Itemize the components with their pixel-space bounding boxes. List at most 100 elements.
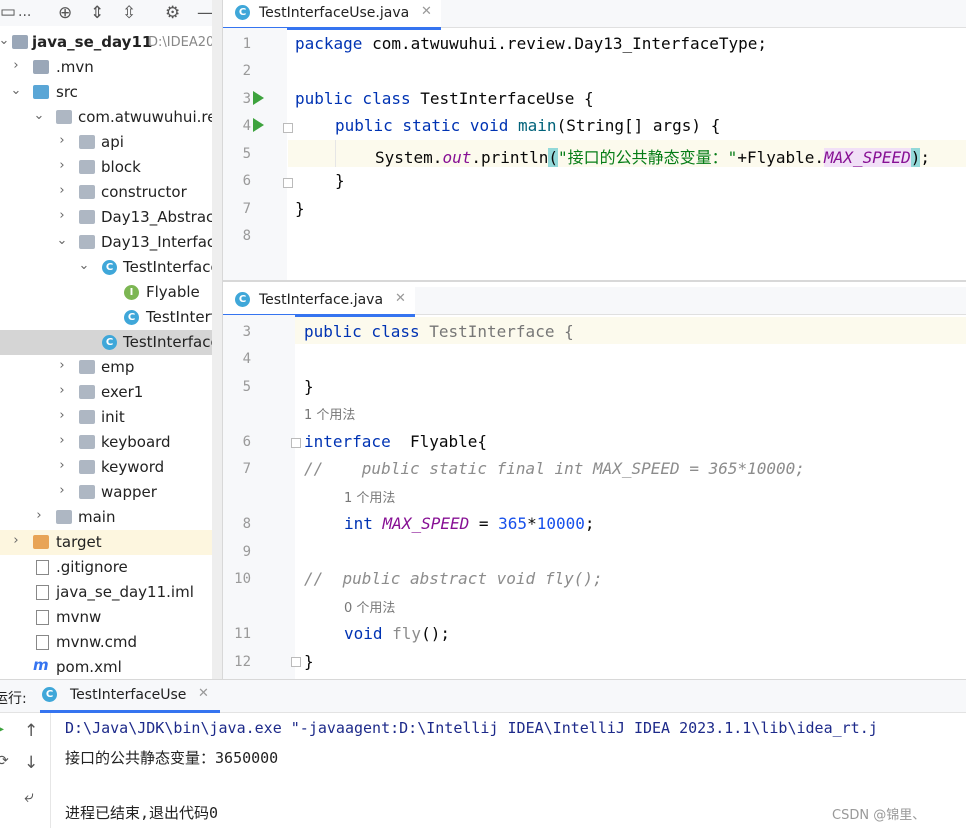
line-number: 2 [242, 63, 251, 79]
code-line-7: // public static final int MAX_SPEED = 3… [304, 459, 805, 478]
tree-item-keyword[interactable]: › keyword [0, 455, 222, 480]
tree-item-src[interactable]: ⌄ src [0, 80, 222, 105]
tree-item-block[interactable]: › block [0, 155, 222, 180]
tree-item-abstract[interactable]: › Day13_AbstractT [0, 205, 222, 230]
code-line-5: } [304, 377, 314, 396]
tree-item-api[interactable]: › api [0, 130, 222, 155]
watermark: CSDN @锦里、 [832, 808, 926, 823]
tree-root[interactable]: ⌄ java_se_day11 D:\IDEA202 [0, 30, 222, 55]
chevron-right-icon[interactable]: › [56, 383, 68, 398]
code-line-11: void fly(); [344, 624, 450, 643]
tree-item-mvnw[interactable]: mvnw [0, 605, 222, 630]
tree-item-testinterface-file[interactable]: ⌄ C TestInterface. [0, 255, 222, 280]
project-toolbar: ▭ ... ⊕ ⇕ ⇳ ⚙ — [0, 0, 222, 26]
class-icon: C [124, 310, 139, 325]
expand-all-icon[interactable]: ⇕ [90, 3, 104, 23]
tab-run-config[interactable]: C TestInterfaceUse ✕ [40, 680, 220, 713]
tree-item-pom[interactable]: m pom.xml [0, 655, 222, 679]
tree-label: .gitignore [56, 558, 128, 576]
tab-testinterface[interactable]: C TestInterface.java ✕ [223, 287, 415, 317]
chevron-down-icon[interactable]: ⌄ [33, 108, 45, 123]
package-icon [79, 210, 95, 224]
tree-item-interfacetype[interactable]: ⌄ Day13_InterfaceT [0, 230, 222, 255]
tree-label: init [101, 408, 125, 426]
tree-label: wapper [101, 483, 157, 501]
class-icon: C [235, 292, 250, 307]
line-number: 7 [242, 461, 251, 477]
editor-testinterfaceuse[interactable]: C TestInterfaceUse.java ✕ 1 2 3 4 5 6 7 … [223, 0, 966, 282]
fold-icon[interactable] [283, 123, 293, 133]
run-class-icon[interactable] [253, 91, 264, 105]
tree-item-iml[interactable]: java_se_day11.iml [0, 580, 222, 605]
stop-icon[interactable]: ⟳ [0, 753, 9, 769]
script-file-icon [36, 610, 49, 625]
tree-item-exer1[interactable]: › exer1 [0, 380, 222, 405]
rerun-icon[interactable]: ▸ [0, 721, 4, 737]
tree-item-target[interactable]: › target [0, 530, 222, 555]
tree-item-testinterfaceuse-selected[interactable]: C TestInterfaceU [0, 330, 222, 355]
tree-item-flyable[interactable]: I Flyable [0, 280, 222, 305]
editor-testinterface[interactable]: C TestInterface.java ✕ 3 4 5 6 7 8 9 10 … [223, 287, 966, 679]
tree-item-constructor[interactable]: › constructor [0, 180, 222, 205]
chevron-right-icon[interactable]: › [56, 183, 68, 198]
tab-testinterfaceuse[interactable]: C TestInterfaceUse.java ✕ [223, 0, 441, 30]
chevron-right-icon[interactable]: › [33, 508, 45, 523]
gear-icon[interactable]: ⚙ [165, 3, 180, 23]
run-header: 运行: C TestInterfaceUse ✕ [0, 680, 966, 713]
tree-label: main [78, 508, 116, 526]
line-number: 5 [242, 379, 251, 395]
chevron-down-icon[interactable]: ⌄ [10, 83, 22, 98]
close-icon[interactable]: ✕ [395, 291, 406, 306]
folder-icon [33, 60, 49, 74]
soft-wrap-icon[interactable]: ⤶ [24, 787, 34, 807]
tree-item-main[interactable]: › main [0, 505, 222, 530]
usage-hint[interactable]: 1 个用法 [304, 404, 355, 423]
chevron-right-icon[interactable]: › [56, 358, 68, 373]
chevron-right-icon[interactable]: › [10, 58, 22, 73]
run-main-icon[interactable] [253, 118, 264, 132]
project-view-icon[interactable]: ▭ [0, 2, 16, 22]
collapse-all-icon[interactable]: ⇳ [122, 3, 136, 23]
tree-label: .mvn [56, 58, 94, 76]
close-icon[interactable]: ✕ [198, 686, 209, 701]
file-icon [36, 635, 49, 650]
tree-label: Day13_InterfaceT [101, 233, 223, 251]
arrow-down-icon[interactable]: ↓ [24, 753, 38, 773]
usage-hint[interactable]: 1 个用法 [344, 487, 395, 506]
chevron-right-icon[interactable]: › [56, 458, 68, 473]
chevron-right-icon[interactable]: › [56, 483, 68, 498]
chevron-right-icon[interactable]: › [56, 133, 68, 148]
chevron-right-icon[interactable]: › [56, 433, 68, 448]
project-view-label[interactable]: ... [18, 4, 31, 20]
tree-item-mvnw-cmd[interactable]: mvnw.cmd [0, 630, 222, 655]
chevron-right-icon[interactable]: › [10, 533, 22, 548]
tree-item-mvn[interactable]: › .mvn [0, 55, 222, 80]
tree-label: Flyable [146, 283, 200, 301]
locate-icon[interactable]: ⊕ [58, 3, 72, 23]
arrow-up-icon[interactable]: ↑ [24, 721, 38, 741]
chevron-right-icon[interactable]: › [56, 408, 68, 423]
close-icon[interactable]: ✕ [421, 4, 432, 19]
tree-item-init[interactable]: › init [0, 405, 222, 430]
tree-item-testinterface-class[interactable]: C TestInterfa [0, 305, 222, 330]
fold-icon[interactable] [291, 657, 301, 667]
tree-item-package[interactable]: ⌄ com.atwuwuhui.revi [0, 105, 222, 130]
tree-item-wapper[interactable]: › wapper [0, 480, 222, 505]
chevron-down-icon[interactable]: ⌄ [0, 33, 10, 48]
project-scrollbar[interactable] [212, 0, 222, 679]
package-icon [79, 435, 95, 449]
tree-item-gitignore[interactable]: .gitignore [0, 555, 222, 580]
package-icon [79, 235, 95, 249]
chevron-right-icon[interactable]: › [56, 208, 68, 223]
code-line-6: } [335, 171, 345, 190]
tree-item-emp[interactable]: › emp [0, 355, 222, 380]
runnable-class-icon: C [102, 335, 117, 350]
fold-icon[interactable] [283, 178, 293, 188]
tree-label: pom.xml [56, 658, 122, 676]
chevron-down-icon[interactable]: ⌄ [56, 233, 68, 248]
chevron-down-icon[interactable]: ⌄ [78, 258, 90, 273]
fold-icon[interactable] [291, 438, 301, 448]
usage-hint[interactable]: 0 个用法 [344, 597, 395, 616]
tree-item-keyboard[interactable]: › keyboard [0, 430, 222, 455]
chevron-right-icon[interactable]: › [56, 158, 68, 173]
